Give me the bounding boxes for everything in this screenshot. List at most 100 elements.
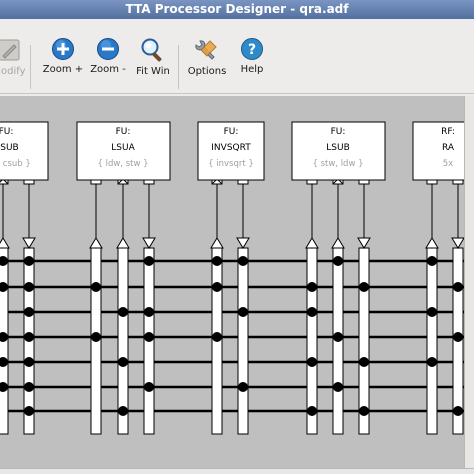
main-toolbar: Modify Zoom + Zoom - [0,19,474,94]
options-button[interactable]: Options [186,37,228,77]
horizontal-scrollbar[interactable] [0,468,474,474]
bus-connection-dot[interactable] [307,282,317,292]
function-unit-lsua[interactable]: FU: LSUA { ldw, stw } [76,121,171,181]
bus-connection-dot[interactable] [307,307,317,317]
unit-kind: FU: [224,127,239,137]
output-socket-arrow [0,237,10,249]
unit-kind: FU: [0,127,13,137]
bus-connection-dot[interactable] [333,256,343,266]
app-window: TTA Processor Designer - qra.adf Modify … [0,0,474,474]
zoom-in-label: Zoom + [42,64,84,75]
function-unit-dsub[interactable]: FU: DSUB { ..., csub } [0,121,49,181]
bus-connection-dot[interactable] [307,357,317,367]
zoom-in-icon [52,38,74,60]
window-titlebar: TTA Processor Designer - qra.adf [0,0,474,19]
fit-window-button[interactable]: Fit Win [134,37,172,77]
svg-text:?: ? [248,42,256,58]
bus-connection-dot[interactable] [118,406,128,416]
function-unit-lsub[interactable]: FU: LSUB { stw, ldw } [291,121,386,181]
unit-ops: { ..., csub } [0,159,31,169]
bus-connection-dot[interactable] [91,332,101,342]
bus-connection-dot[interactable] [144,382,154,392]
toolbar-separator [30,45,31,89]
input-socket-arrow [142,237,156,249]
input-socket-arrow [236,237,250,249]
machine-canvas[interactable]: FU: DSUB { ..., csub } FU: LSUA { ldw, s… [0,96,474,468]
bus-connection-dot[interactable] [212,332,222,342]
options-label: Options [187,66,227,77]
bus-connection-dot[interactable] [24,282,34,292]
modify-button[interactable]: Modify [0,37,26,77]
bus-connection-dot[interactable] [307,406,317,416]
unit-kind: FU: [116,127,131,137]
vertical-scrollbar[interactable] [464,96,474,468]
zoom-in-button[interactable]: Zoom + [40,37,86,75]
bus-connection-dot[interactable] [24,256,34,266]
bus-connection-dot[interactable] [144,307,154,317]
unit-kind: RF: [441,127,455,137]
bus-connection-dot[interactable] [238,307,248,317]
bus-connection-dot[interactable] [238,256,248,266]
bus-connection-dot[interactable] [333,332,343,342]
window-title: TTA Processor Designer - qra.adf [125,2,349,16]
bus-connection-dot[interactable] [453,332,463,342]
toolbar-separator [178,45,179,89]
output-socket-arrow [331,237,345,249]
bus-connection-dot[interactable] [24,406,34,416]
bus-connection-dot[interactable] [144,256,154,266]
unit-ops: { stw, ldw } [312,159,363,169]
input-socket-arrow [357,237,371,249]
options-icon [195,40,217,60]
zoom-out-label: Zoom - [90,64,126,75]
bus-connection-dot[interactable] [427,256,437,266]
input-socket-arrow [451,237,465,249]
bus-connection-dot[interactable] [144,332,154,342]
bus-connection-dot[interactable] [91,282,101,292]
bus-connection-dot[interactable] [453,406,463,416]
bus-connection-dot[interactable] [427,357,437,367]
unit-ops: { invsqrt } [208,159,254,169]
output-socket-arrow [425,237,439,249]
input-socket-arrow [22,237,36,249]
help-icon: ? [241,38,263,60]
bus-connection-dot[interactable] [212,282,222,292]
bus-connection-dot[interactable] [212,256,222,266]
modify-label: Modify [0,66,26,77]
bus-connection-dot[interactable] [24,357,34,367]
zoom-out-button[interactable]: Zoom - [88,37,128,75]
unit-layer: FU: DSUB { ..., csub } FU: LSUA { ldw, s… [0,121,474,181]
bus-connection-dot[interactable] [118,357,128,367]
modify-icon [0,39,20,61]
unit-name: RA [442,143,455,153]
unit-name: DSUB [0,143,19,153]
bus-connection-dot[interactable] [118,307,128,317]
output-socket-arrow [305,237,319,249]
socket-out[interactable] [426,247,438,435]
zoom-out-icon [97,38,119,60]
register-file-ra[interactable]: RF: RA 5x [412,121,474,181]
bus-layer [0,173,465,435]
bus-connection-dot[interactable] [453,282,463,292]
unit-name: LSUA [111,143,135,153]
bus-connection-dot[interactable] [238,382,248,392]
bus-connection-dot[interactable] [333,382,343,392]
output-socket-arrow [116,237,130,249]
architecture-diagram[interactable]: FU: DSUB { ..., csub } FU: LSUA { ldw, s… [0,96,474,468]
help-button[interactable]: ? Help [236,37,268,75]
unit-ops: { ldw, stw } [97,159,148,169]
bus-connection-dot[interactable] [24,307,34,317]
unit-name: LSUB [326,143,350,153]
output-socket-arrow [89,237,103,249]
bus-connection-dot[interactable] [359,406,369,416]
bus-connection-dot[interactable] [24,382,34,392]
design-view[interactable]: FU: DSUB { ..., csub } FU: LSUA { ldw, s… [0,96,474,474]
bus-connection-dot[interactable] [359,282,369,292]
output-socket-arrow [210,237,224,249]
function-unit-invsqrt[interactable]: FU: INVSQRT { invsqrt } [197,121,265,181]
unit-name: INVSQRT [211,143,251,153]
bus-connection-dot[interactable] [24,332,34,342]
bus-connection-dot[interactable] [427,307,437,317]
unit-ops: 5x [443,159,453,169]
socket-in[interactable] [237,247,249,435]
bus-connection-dot[interactable] [359,357,369,367]
